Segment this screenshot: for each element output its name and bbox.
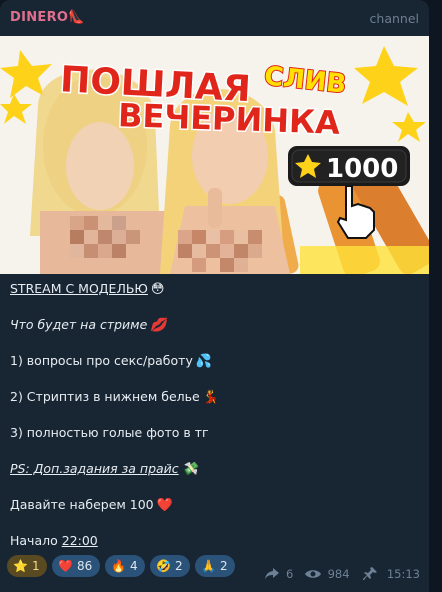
- message-line-2: Что будет на стриме 💋: [10, 316, 167, 334]
- message-line-3: 1) вопросы про секс/работу 💦: [10, 352, 212, 370]
- message-line-4: 2) Стриптиз в нижнем белье 💃: [10, 388, 219, 406]
- dancer-icon: 💃: [202, 390, 219, 405]
- post-time: 15:13: [386, 566, 420, 581]
- eye-icon: [304, 569, 321, 578]
- app-background: DINERO👠 channel ПОШЛАЯ СЛИВ ВЕЧЕРИНКА 10…: [0, 0, 442, 592]
- promo-artwork: ПОШЛАЯ СЛИВ ВЕЧЕРИНКА 1000: [0, 36, 429, 274]
- flushed-face-icon: 😳: [150, 282, 165, 297]
- droplets-icon: 💦: [195, 354, 213, 369]
- channel-name-text: DINERO: [10, 10, 69, 25]
- price-value: 1000: [326, 154, 398, 184]
- rofl-icon: 🤣: [156, 559, 171, 573]
- price-badge: 1000: [288, 146, 410, 186]
- money-icon: 💸: [181, 462, 198, 477]
- reaction-count: 86: [76, 559, 93, 573]
- reaction-fire[interactable]: 🔥 4: [105, 555, 145, 577]
- ps-link[interactable]: PS: Доп.задания за прайс: [10, 461, 179, 476]
- title-line-2: ВЕЧЕРИНКА: [117, 96, 340, 142]
- channel-tag: channel: [369, 11, 419, 26]
- pin-icon: [363, 566, 378, 580]
- views-count: 984: [327, 566, 350, 581]
- message-line-7: Давайте наберем 100 ❤️: [10, 496, 173, 514]
- message-text-2: Что будет на стриме: [10, 317, 148, 332]
- heart-icon: ❤️: [156, 498, 173, 513]
- reaction-count: 1: [31, 559, 40, 573]
- reaction-star[interactable]: ⭐ 1: [7, 555, 47, 577]
- message-line-6: PS: Доп.задания за прайс 💸: [10, 460, 198, 478]
- message-line-5: 3) полностью голые фото в тг: [10, 424, 209, 442]
- lips-icon: 💋: [150, 318, 167, 333]
- reaction-laughing[interactable]: 🤣 2: [150, 555, 190, 577]
- channel-post[interactable]: DINERO👠 channel ПОШЛАЯ СЛИВ ВЕЧЕРИНКА 10…: [0, 0, 429, 592]
- start-time-link[interactable]: 22:00: [62, 533, 98, 548]
- start-label: Начало: [10, 533, 62, 548]
- heart-icon: ❤️: [58, 559, 73, 573]
- forward-icon: [265, 567, 280, 579]
- reaction-count: 4: [129, 559, 138, 573]
- post-image[interactable]: ПОШЛАЯ СЛИВ ВЕЧЕРИНКА 1000: [0, 36, 429, 274]
- forward-count: 6: [285, 566, 294, 581]
- reaction-count: 2: [219, 559, 228, 573]
- message-text-4: 2) Стриптиз в нижнем белье: [10, 389, 200, 404]
- post-meta: 6 984 15:13: [265, 566, 420, 582]
- channel-name[interactable]: DINERO👠: [10, 10, 85, 25]
- pray-icon: 🙏: [201, 559, 216, 573]
- message-text-3: 1) вопросы про секс/работу: [10, 353, 193, 368]
- reaction-heart[interactable]: ❤️ 86: [52, 555, 100, 577]
- stream-title[interactable]: STREAM С МОДЕЛЬЮ: [10, 281, 148, 296]
- message-line-8: Начало 22:00: [10, 532, 98, 550]
- message-line-1: STREAM С МОДЕЛЬЮ 😳: [10, 280, 164, 298]
- reaction-count: 2: [174, 559, 183, 573]
- reaction-pray[interactable]: 🙏 2: [195, 555, 235, 577]
- post-header: DINERO👠 channel: [10, 10, 419, 30]
- heel-icon: 👠: [68, 10, 85, 25]
- message-text-7: Давайте наберем 100: [10, 497, 154, 512]
- fire-icon: 🔥: [111, 559, 126, 573]
- star-icon: ⭐: [13, 559, 28, 573]
- message-text-5: 3) полностью голые фото в тг: [10, 425, 209, 440]
